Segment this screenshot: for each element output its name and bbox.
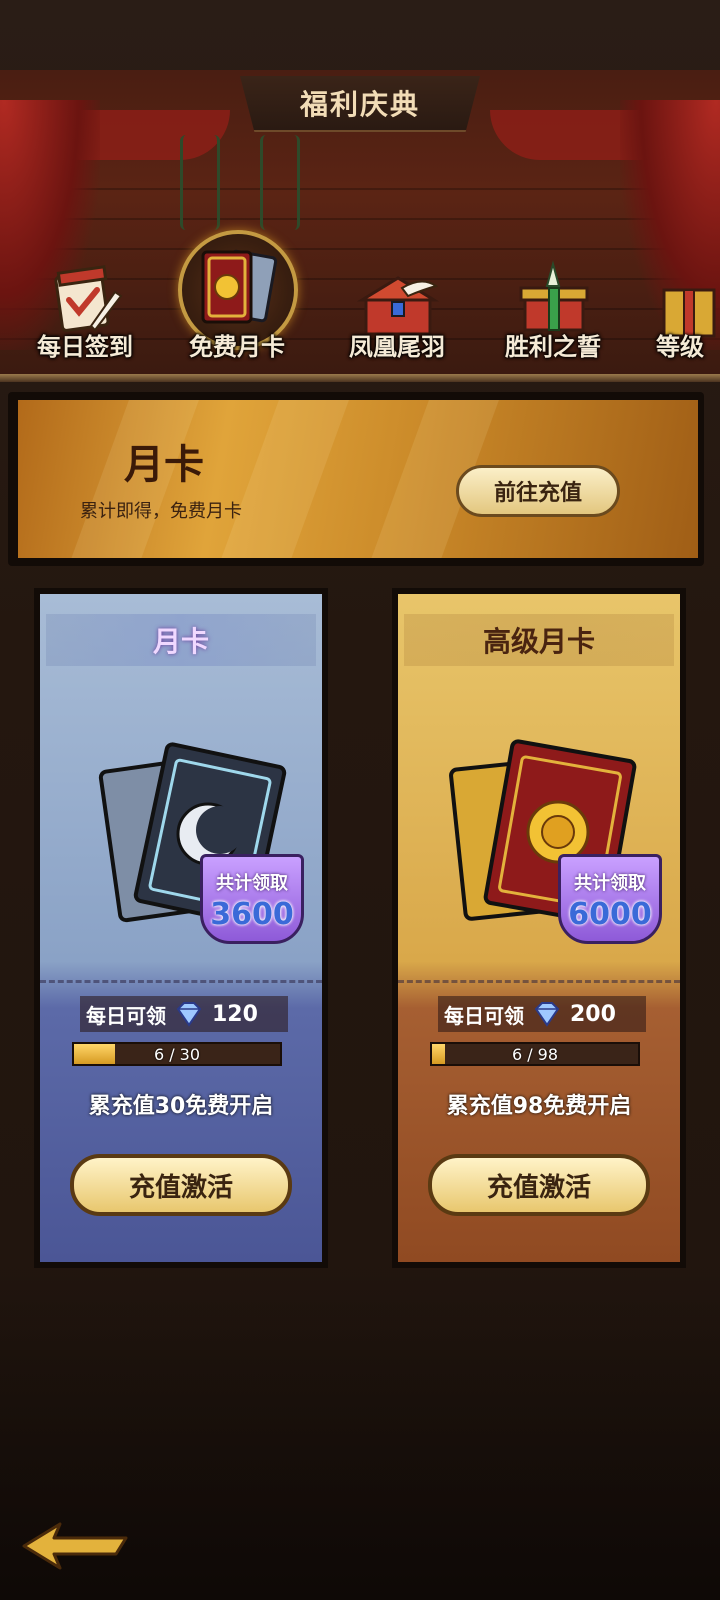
progress-text: 6 / 98 xyxy=(511,1045,559,1064)
card-name-band: 高级月卡 xyxy=(404,614,674,666)
tab-victory-oath[interactable]: 胜利之誓 xyxy=(478,230,628,370)
tab-label: 凤凰尾羽 xyxy=(349,333,445,361)
tab-level[interactable]: 等级 xyxy=(652,230,720,370)
card-name: 高级月卡 xyxy=(482,625,595,658)
screen: 福利庆典 每日签到 免费月卡 凤凰尾羽 胜利之誓 等级 月卡 累计即得，免费月卡… xyxy=(0,0,720,1600)
badge-value: 3600 xyxy=(210,897,294,932)
go-recharge-button[interactable]: 前往充值 xyxy=(456,465,620,517)
badge-label: 共计领取 xyxy=(574,873,646,894)
diamond-icon xyxy=(176,1002,202,1027)
tab-daily-signin[interactable]: 每日签到 xyxy=(10,230,160,370)
tab-label: 胜利之誓 xyxy=(505,333,601,361)
progress-bar: 6 / 30 xyxy=(72,1042,282,1066)
daily-value: 120 xyxy=(212,1001,258,1027)
total-claim-badge: 共计领取 6000 xyxy=(558,854,662,944)
unlock-requirement: 累充值30免费开启 xyxy=(88,1094,274,1119)
activate-recharge-button[interactable]: 充值激活 xyxy=(428,1154,650,1216)
page-title-plate: 福利庆典 xyxy=(240,76,480,132)
daily-value: 200 xyxy=(570,1001,616,1027)
tab-label: 每日签到 xyxy=(37,333,133,361)
card-name-band: 月卡 xyxy=(46,614,316,666)
vine-decoration-right xyxy=(260,135,300,230)
badge-value: 6000 xyxy=(568,897,652,932)
card-name: 月卡 xyxy=(152,625,209,658)
unlock-requirement: 累充值98免费开启 xyxy=(446,1094,632,1119)
tab-free-monthly-card[interactable]: 免费月卡 xyxy=(162,230,312,370)
banner-subtitle: 累计即得，免费月卡 xyxy=(80,501,242,522)
header-divider xyxy=(0,374,720,382)
activate-label: 充值激活 xyxy=(486,1172,591,1203)
premium-monthly-card-panel: 高级月卡 共计领取 6000 每日可领 200 6 / 98 累充值98免费开启… xyxy=(392,588,686,1268)
tab-phoenix-feather[interactable]: 凤凰尾羽 xyxy=(322,230,472,370)
daily-label: 每日可领 xyxy=(444,1003,524,1028)
daily-reward-row: 每日可领 120 xyxy=(80,996,288,1032)
total-claim-badge: 共计领取 3600 xyxy=(200,854,304,944)
monthly-card-panel: 月卡 共计领取 3600 每日可领 120 6 / 30 累充值30免费开启 充… xyxy=(34,588,328,1268)
tab-label: 免费月卡 xyxy=(189,333,285,361)
badge-label: 共计领取 xyxy=(216,873,288,894)
vine-decoration-left xyxy=(180,135,220,230)
tab-label: 等级 xyxy=(656,333,704,361)
diamond-icon xyxy=(534,1002,560,1027)
gold-card-icon xyxy=(201,249,278,324)
page-title: 福利庆典 xyxy=(299,88,420,121)
tab-bar: 每日签到 免费月卡 凤凰尾羽 胜利之誓 等级 xyxy=(0,230,720,375)
daily-label: 每日可领 xyxy=(86,1003,166,1028)
progress-bar: 6 / 98 xyxy=(430,1042,640,1066)
banner-title: 月卡 xyxy=(124,442,204,488)
activate-label: 充值激活 xyxy=(128,1172,233,1203)
go-recharge-label: 前往充值 xyxy=(493,481,582,506)
back-arrow-icon[interactable] xyxy=(20,1520,130,1570)
progress-text: 6 / 30 xyxy=(153,1045,201,1064)
daily-reward-row: 每日可领 200 xyxy=(438,996,646,1032)
activate-recharge-button[interactable]: 充值激活 xyxy=(70,1154,292,1216)
